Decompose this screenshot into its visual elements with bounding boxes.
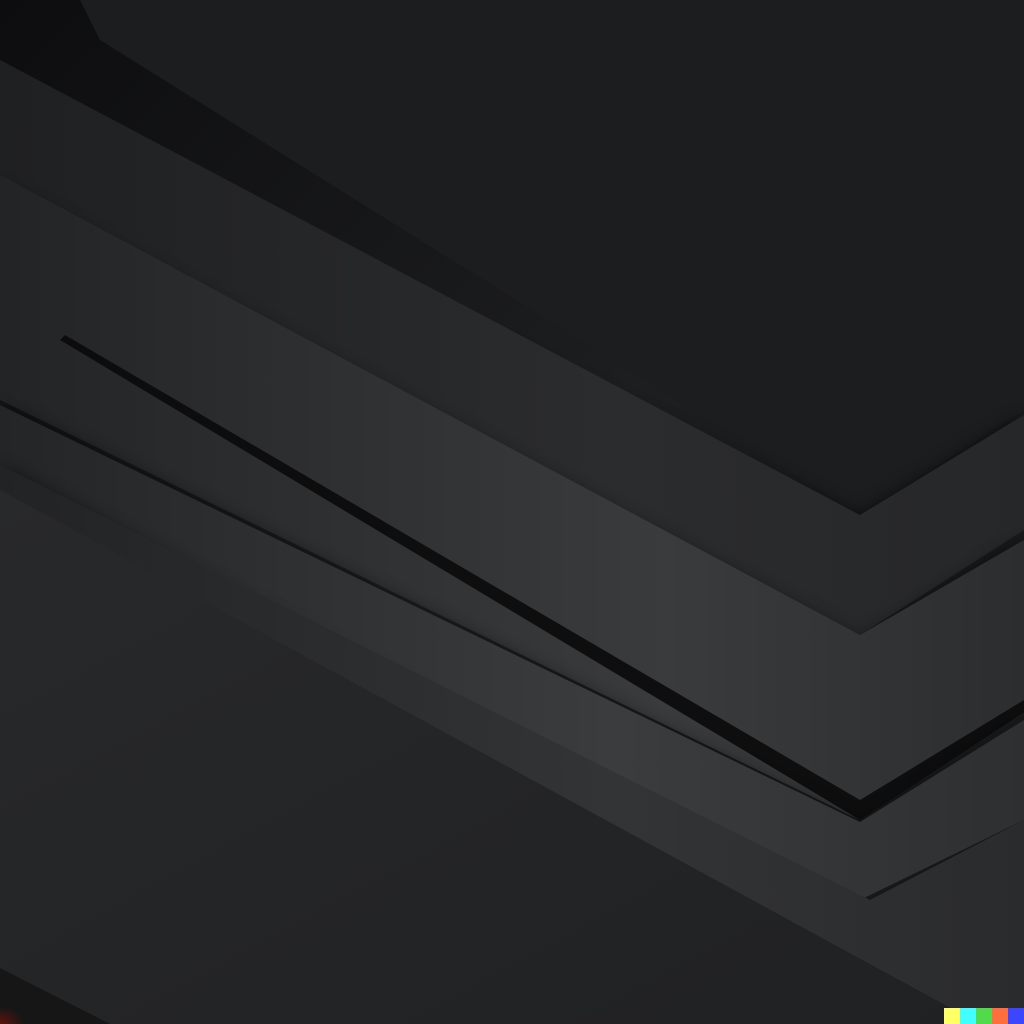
orange-swatch	[992, 1008, 1008, 1024]
abstract-chevron-background	[0, 0, 1024, 1024]
color-swatch-strip	[944, 1008, 1024, 1024]
yellow-swatch	[944, 1008, 960, 1024]
blue-swatch	[1008, 1008, 1024, 1024]
green-swatch	[976, 1008, 992, 1024]
cyan-swatch	[960, 1008, 976, 1024]
